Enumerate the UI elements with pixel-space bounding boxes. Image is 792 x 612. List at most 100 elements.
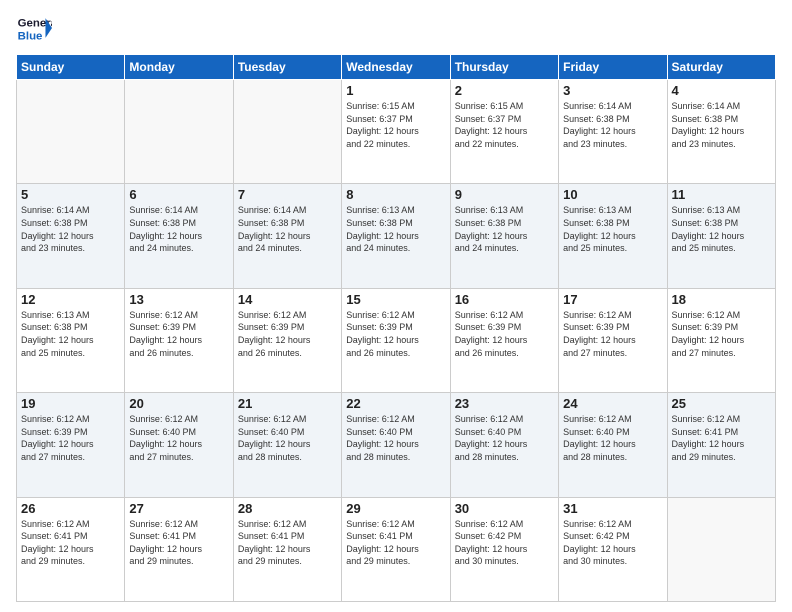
day-number: 9	[455, 187, 554, 202]
logo: General Blue	[16, 10, 52, 46]
day-info: Sunrise: 6:12 AM Sunset: 6:40 PM Dayligh…	[238, 413, 337, 463]
calendar-cell: 24 Sunrise: 6:12 AM Sunset: 6:40 PM Dayli…	[559, 393, 667, 497]
day-number: 23	[455, 396, 554, 411]
day-number: 24	[563, 396, 662, 411]
calendar-cell: 5Sunrise: 6:14 AM Sunset: 6:38 PM Daylig…	[17, 184, 125, 288]
day-number: 2	[455, 83, 554, 98]
day-info: Sunrise: 6:12 AM Sunset: 6:39 PM Dayligh…	[672, 309, 771, 359]
weekday-friday: Friday	[559, 55, 667, 80]
day-number: 11	[672, 187, 771, 202]
calendar-cell: 9Sunrise: 6:13 AM Sunset: 6:38 PM Daylig…	[450, 184, 558, 288]
weekday-sunday: Sunday	[17, 55, 125, 80]
calendar-cell: 11 Sunrise: 6:13 AM Sunset: 6:38 PM Dayli…	[667, 184, 775, 288]
calendar-cell	[17, 80, 125, 184]
day-number: 20	[129, 396, 228, 411]
calendar-cell	[233, 80, 341, 184]
day-number: 29	[346, 501, 445, 516]
day-info: Sunrise: 6:12 AM Sunset: 6:41 PM Dayligh…	[238, 518, 337, 568]
day-info: Sunrise: 6:12 AM Sunset: 6:42 PM Dayligh…	[455, 518, 554, 568]
calendar-cell: 8 Sunrise: 6:13 AM Sunset: 6:38 PM Daylig…	[342, 184, 450, 288]
day-info: Sunrise: 6:14 AM Sunset: 6:38 PM Dayligh…	[129, 204, 228, 254]
day-number: 3	[563, 83, 662, 98]
day-info: Sunrise: 6:13 AM Sunset: 6:38 PM Dayligh…	[672, 204, 771, 254]
day-number: 10	[563, 187, 662, 202]
calendar-cell: 6 Sunrise: 6:14 AM Sunset: 6:38 PM Daylig…	[125, 184, 233, 288]
day-number: 6	[129, 187, 228, 202]
calendar-cell: 22 Sunrise: 6:12 AM Sunset: 6:40 PM Dayli…	[342, 393, 450, 497]
weekday-wednesday: Wednesday	[342, 55, 450, 80]
day-number: 31	[563, 501, 662, 516]
day-number: 4	[672, 83, 771, 98]
weekday-thursday: Thursday	[450, 55, 558, 80]
calendar-cell: 19 Sunrise: 6:12 AM Sunset: 6:39 PM Dayli…	[17, 393, 125, 497]
week-row-2: 5Sunrise: 6:14 AM Sunset: 6:38 PM Daylig…	[17, 184, 776, 288]
calendar-cell: 14 Sunrise: 6:12 AM Sunset: 6:39 PM Dayli…	[233, 288, 341, 392]
logo-icon: General Blue	[16, 10, 52, 46]
day-info: Sunrise: 6:12 AM Sunset: 6:39 PM Dayligh…	[346, 309, 445, 359]
day-number: 28	[238, 501, 337, 516]
day-info: Sunrise: 6:14 AM Sunset: 6:38 PM Dayligh…	[563, 100, 662, 150]
day-info: Sunrise: 6:13 AM Sunset: 6:38 PM Dayligh…	[346, 204, 445, 254]
page: General Blue SundayMondayTuesdayWednesda…	[0, 0, 792, 612]
weekday-header-row: SundayMondayTuesdayWednesdayThursdayFrid…	[17, 55, 776, 80]
day-number: 26	[21, 501, 120, 516]
calendar-cell: 31 Sunrise: 6:12 AM Sunset: 6:42 PM Dayli…	[559, 497, 667, 601]
calendar-cell: 10Sunrise: 6:13 AM Sunset: 6:38 PM Dayli…	[559, 184, 667, 288]
day-number: 30	[455, 501, 554, 516]
weekday-tuesday: Tuesday	[233, 55, 341, 80]
calendar-cell: 20 Sunrise: 6:12 AM Sunset: 6:40 PM Dayli…	[125, 393, 233, 497]
calendar-cell: 2 Sunrise: 6:15 AM Sunset: 6:37 PM Daylig…	[450, 80, 558, 184]
day-number: 8	[346, 187, 445, 202]
day-number: 17	[563, 292, 662, 307]
day-info: Sunrise: 6:13 AM Sunset: 6:38 PM Dayligh…	[21, 309, 120, 359]
day-info: Sunrise: 6:12 AM Sunset: 6:40 PM Dayligh…	[455, 413, 554, 463]
calendar-cell: 29 Sunrise: 6:12 AM Sunset: 6:41 PM Dayli…	[342, 497, 450, 601]
calendar-cell: 3 Sunrise: 6:14 AM Sunset: 6:38 PM Daylig…	[559, 80, 667, 184]
calendar-cell: 17 Sunrise: 6:12 AM Sunset: 6:39 PM Dayli…	[559, 288, 667, 392]
calendar-cell: 18 Sunrise: 6:12 AM Sunset: 6:39 PM Dayli…	[667, 288, 775, 392]
day-info: Sunrise: 6:12 AM Sunset: 6:39 PM Dayligh…	[238, 309, 337, 359]
day-info: Sunrise: 6:14 AM Sunset: 6:38 PM Dayligh…	[238, 204, 337, 254]
calendar-cell: 7Sunrise: 6:14 AM Sunset: 6:38 PM Daylig…	[233, 184, 341, 288]
calendar-body: 1 Sunrise: 6:15 AM Sunset: 6:37 PM Daylig…	[17, 80, 776, 602]
calendar-cell	[667, 497, 775, 601]
week-row-4: 19 Sunrise: 6:12 AM Sunset: 6:39 PM Dayli…	[17, 393, 776, 497]
day-number: 22	[346, 396, 445, 411]
day-info: Sunrise: 6:15 AM Sunset: 6:37 PM Dayligh…	[455, 100, 554, 150]
day-number: 13	[129, 292, 228, 307]
calendar-cell: 27 Sunrise: 6:12 AM Sunset: 6:41 PM Dayli…	[125, 497, 233, 601]
day-number: 14	[238, 292, 337, 307]
calendar-cell: 25Sunrise: 6:12 AM Sunset: 6:41 PM Dayli…	[667, 393, 775, 497]
day-number: 19	[21, 396, 120, 411]
day-info: Sunrise: 6:12 AM Sunset: 6:41 PM Dayligh…	[129, 518, 228, 568]
day-number: 15	[346, 292, 445, 307]
day-info: Sunrise: 6:12 AM Sunset: 6:40 PM Dayligh…	[563, 413, 662, 463]
day-info: Sunrise: 6:12 AM Sunset: 6:41 PM Dayligh…	[21, 518, 120, 568]
day-info: Sunrise: 6:12 AM Sunset: 6:41 PM Dayligh…	[672, 413, 771, 463]
calendar-cell: 16 Sunrise: 6:12 AM Sunset: 6:39 PM Dayli…	[450, 288, 558, 392]
day-number: 27	[129, 501, 228, 516]
day-info: Sunrise: 6:12 AM Sunset: 6:39 PM Dayligh…	[455, 309, 554, 359]
day-number: 18	[672, 292, 771, 307]
day-info: Sunrise: 6:12 AM Sunset: 6:42 PM Dayligh…	[563, 518, 662, 568]
header: General Blue	[16, 10, 776, 46]
week-row-3: 12 Sunrise: 6:13 AM Sunset: 6:38 PM Dayli…	[17, 288, 776, 392]
day-info: Sunrise: 6:12 AM Sunset: 6:40 PM Dayligh…	[346, 413, 445, 463]
day-info: Sunrise: 6:12 AM Sunset: 6:40 PM Dayligh…	[129, 413, 228, 463]
calendar-cell: 28 Sunrise: 6:12 AM Sunset: 6:41 PM Dayli…	[233, 497, 341, 601]
day-number: 16	[455, 292, 554, 307]
day-number: 12	[21, 292, 120, 307]
calendar-cell: 1Sunrise: 6:15 AM Sunset: 6:37 PM Daylig…	[342, 80, 450, 184]
calendar-cell: 26 Sunrise: 6:12 AM Sunset: 6:41 PM Dayli…	[17, 497, 125, 601]
calendar-cell: 15 Sunrise: 6:12 AM Sunset: 6:39 PM Dayli…	[342, 288, 450, 392]
day-info: Sunrise: 6:14 AM Sunset: 6:38 PM Dayligh…	[21, 204, 120, 254]
calendar-cell: 12 Sunrise: 6:13 AM Sunset: 6:38 PM Dayli…	[17, 288, 125, 392]
day-info: Sunrise: 6:12 AM Sunset: 6:39 PM Dayligh…	[563, 309, 662, 359]
day-info: Sunrise: 6:12 AM Sunset: 6:39 PM Dayligh…	[21, 413, 120, 463]
week-row-1: 1 Sunrise: 6:15 AM Sunset: 6:37 PM Daylig…	[17, 80, 776, 184]
weekday-monday: Monday	[125, 55, 233, 80]
day-number: 1	[346, 83, 445, 98]
day-info: Sunrise: 6:12 AM Sunset: 6:41 PM Dayligh…	[346, 518, 445, 568]
calendar-table: SundayMondayTuesdayWednesdayThursdayFrid…	[16, 54, 776, 602]
day-number: 21	[238, 396, 337, 411]
